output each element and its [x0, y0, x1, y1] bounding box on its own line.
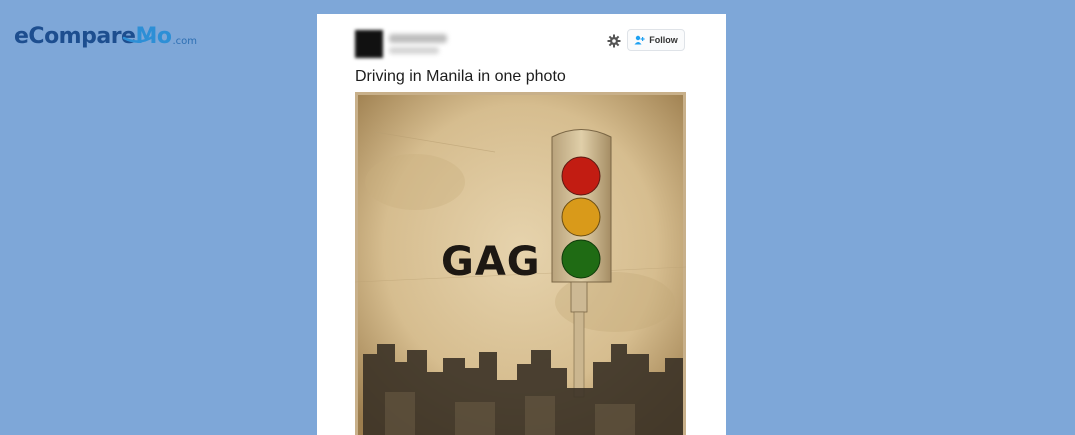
tweet-text: Driving in Manila in one photo [355, 68, 566, 85]
follow-button[interactable]: Follow [627, 29, 685, 51]
redacted-user-name [389, 34, 447, 43]
logo-swoosh-icon [122, 34, 156, 43]
poster-text: GAG [441, 239, 541, 285]
follow-button-label: Follow [649, 35, 678, 45]
redacted-user-handle [389, 47, 439, 54]
green-light [561, 239, 601, 279]
traffic-light-poster: GAG [355, 92, 686, 435]
tweet-card: Follow Driving in Manila in one photo GA… [317, 14, 726, 435]
gear-icon[interactable] [607, 34, 621, 48]
add-user-icon [634, 35, 645, 45]
amber-light [561, 197, 601, 237]
red-light [561, 156, 601, 196]
brand-logo: eCompareMo .com [14, 14, 197, 48]
avatar[interactable] [355, 30, 383, 58]
logo-domain-suffix: .com [172, 36, 198, 47]
tweet-photo[interactable]: GAG [355, 92, 686, 435]
